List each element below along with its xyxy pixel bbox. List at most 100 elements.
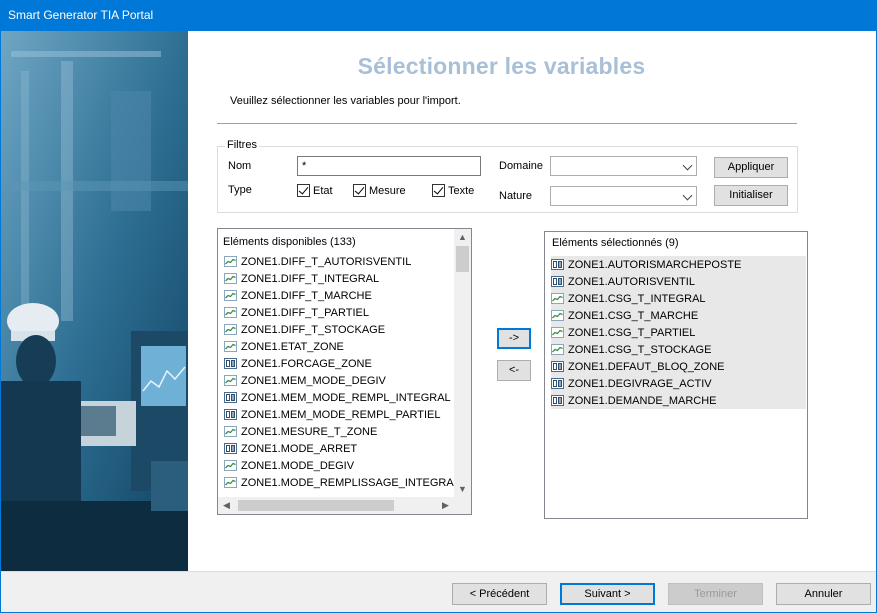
binary-icon bbox=[551, 276, 568, 287]
list-item-label: ZONE1.DEGIVRAGE_ACTIV bbox=[568, 377, 712, 390]
type-etat-checkbox[interactable]: Etat bbox=[297, 184, 333, 197]
list-item-label: ZONE1.MESURE_T_ZONE bbox=[241, 425, 378, 438]
measure-icon bbox=[224, 324, 241, 335]
measure-icon bbox=[551, 327, 568, 338]
checkbox-checked-icon bbox=[297, 184, 310, 197]
next-button[interactable]: Suivant > bbox=[560, 583, 655, 605]
page-title: Sélectionner les variables bbox=[357, 53, 646, 79]
measure-icon bbox=[551, 344, 568, 355]
scroll-corner bbox=[454, 497, 471, 514]
list-item[interactable]: ZONE1.MEM_MODE_DEGIV bbox=[224, 372, 386, 389]
type-texte-label: Texte bbox=[448, 184, 475, 197]
list-item[interactable]: ZONE1.MODE_REMPLISSAGE_INTEGRAL bbox=[224, 474, 460, 491]
list-item-label: ZONE1.MEM_MODE_REMPL_PARTIEL bbox=[241, 408, 441, 421]
window-title-bar: Smart Generator TIA Portal bbox=[0, 0, 877, 31]
binary-icon bbox=[224, 392, 241, 403]
available-horizontal-scrollbar[interactable]: ◀ ▶ bbox=[218, 497, 471, 514]
measure-icon bbox=[551, 293, 568, 304]
list-item[interactable]: ZONE1.DEFAUT_BLOQ_ZONE bbox=[551, 358, 806, 375]
scroll-left-icon[interactable]: ◀ bbox=[218, 497, 235, 514]
list-item[interactable]: ZONE1.MEM_MODE_REMPL_INTEGRAL bbox=[224, 389, 451, 406]
list-item-label: ZONE1.MODE_DEGIV bbox=[241, 459, 355, 472]
wizard-window: Sélectionner les variables Veuillez séle… bbox=[0, 31, 877, 613]
available-vertical-scrollbar[interactable]: ▲ ▼ bbox=[454, 229, 471, 498]
wizard-footer: < Précédent Suivant > Terminer Annuler bbox=[1, 571, 876, 612]
available-elements-list[interactable]: Eléments disponibles (133) ZONE1.DIFF_T_… bbox=[217, 228, 472, 515]
type-label: Type bbox=[228, 184, 252, 196]
binary-icon bbox=[551, 361, 568, 372]
nature-dropdown[interactable] bbox=[550, 186, 697, 206]
list-item[interactable]: ZONE1.DEGIVRAGE_ACTIV bbox=[551, 375, 806, 392]
list-item[interactable]: ZONE1.FORCAGE_ZONE bbox=[224, 355, 372, 372]
list-item-label: ZONE1.DEFAUT_BLOQ_ZONE bbox=[568, 360, 725, 373]
measure-icon bbox=[224, 460, 241, 471]
scroll-up-icon[interactable]: ▲ bbox=[454, 229, 471, 246]
list-item[interactable]: ZONE1.AUTORISMARCHEPOSTE bbox=[551, 256, 806, 273]
horizontal-scroll-thumb[interactable] bbox=[238, 500, 394, 511]
type-texte-checkbox[interactable]: Texte bbox=[432, 184, 474, 197]
list-item-label: ZONE1.AUTORISVENTIL bbox=[568, 275, 695, 288]
list-item[interactable]: ZONE1.MEM_MODE_REMPL_PARTIEL bbox=[224, 406, 440, 423]
list-item[interactable]: ZONE1.CSG_T_MARCHE bbox=[551, 307, 806, 324]
domain-label: Domaine bbox=[499, 160, 544, 172]
list-item[interactable]: ZONE1.CSG_T_INTEGRAL bbox=[551, 290, 806, 307]
type-mesure-checkbox[interactable]: Mesure bbox=[353, 184, 406, 197]
checkbox-checked-icon bbox=[432, 184, 445, 197]
list-item[interactable]: ZONE1.MODE_DEGIV bbox=[224, 457, 354, 474]
list-item[interactable]: ZONE1.DIFF_T_STOCKAGE bbox=[224, 321, 385, 338]
binary-icon bbox=[551, 395, 568, 406]
list-item-label: ZONE1.MEM_MODE_DEGIV bbox=[241, 374, 386, 387]
list-item-label: ZONE1.CSG_T_MARCHE bbox=[568, 309, 699, 322]
list-item[interactable]: ZONE1.MESURE_T_ZONE bbox=[224, 423, 377, 440]
list-item-label: ZONE1.DIFF_T_INTEGRAL bbox=[241, 272, 380, 285]
list-item[interactable]: ZONE1.AUTORISVENTIL bbox=[551, 273, 806, 290]
scroll-down-icon[interactable]: ▼ bbox=[454, 481, 471, 498]
remove-selection-button[interactable]: <- bbox=[497, 360, 531, 381]
apply-button[interactable]: Appliquer bbox=[714, 157, 788, 178]
page-subtitle: Veuillez sélectionner les variables pour… bbox=[230, 95, 461, 107]
binary-icon bbox=[551, 378, 568, 389]
list-item-label: ZONE1.DIFF_T_STOCKAGE bbox=[241, 323, 386, 336]
measure-icon bbox=[224, 375, 241, 386]
list-item[interactable]: ZONE1.DIFF_T_MARCHE bbox=[224, 287, 372, 304]
measure-icon bbox=[551, 310, 568, 321]
list-item-label: ZONE1.DIFF_T_AUTORISVENTIL bbox=[241, 255, 412, 268]
filters-legend: Filtres bbox=[225, 139, 259, 151]
list-item-label: ZONE1.MODE_REMPLISSAGE_INTEGRAL bbox=[241, 476, 460, 489]
binary-icon bbox=[551, 259, 568, 270]
list-item[interactable]: ZONE1.DIFF_T_PARTIEL bbox=[224, 304, 369, 321]
list-item-label: ZONE1.MODE_ARRET bbox=[241, 442, 358, 455]
domain-dropdown[interactable] bbox=[550, 156, 697, 176]
binary-icon bbox=[224, 409, 241, 420]
list-item-label: ZONE1.FORCAGE_ZONE bbox=[241, 357, 372, 370]
list-item[interactable]: ZONE1.DIFF_T_INTEGRAL bbox=[224, 270, 379, 287]
list-item[interactable]: ZONE1.MODE_ARRET bbox=[224, 440, 357, 457]
checkbox-checked-icon bbox=[353, 184, 366, 197]
measure-icon bbox=[224, 273, 241, 284]
list-item[interactable]: ZONE1.DEMANDE_MARCHE bbox=[551, 392, 806, 409]
measure-icon bbox=[224, 341, 241, 352]
cancel-button[interactable]: Annuler bbox=[776, 583, 871, 605]
chevron-down-icon bbox=[682, 160, 693, 171]
name-label: Nom bbox=[228, 160, 252, 172]
scroll-right-icon[interactable]: ▶ bbox=[437, 497, 454, 514]
list-item-label: ZONE1.CSG_T_INTEGRAL bbox=[568, 292, 706, 305]
type-etat-label: Etat bbox=[313, 184, 333, 197]
vertical-scroll-thumb[interactable] bbox=[456, 246, 469, 272]
finish-button[interactable]: Terminer bbox=[668, 583, 763, 605]
measure-icon bbox=[224, 256, 241, 267]
measure-icon bbox=[224, 426, 241, 437]
list-item[interactable]: ZONE1.ETAT_ZONE bbox=[224, 338, 344, 355]
add-selection-button[interactable]: -> bbox=[497, 328, 531, 349]
name-filter-input[interactable]: * bbox=[297, 156, 481, 176]
list-item[interactable]: ZONE1.DIFF_T_AUTORISVENTIL bbox=[224, 253, 411, 270]
list-item-label: ZONE1.DEMANDE_MARCHE bbox=[568, 394, 717, 407]
binary-icon bbox=[224, 358, 241, 369]
chevron-down-icon bbox=[682, 190, 693, 201]
list-item[interactable]: ZONE1.CSG_T_STOCKAGE bbox=[551, 341, 806, 358]
selected-elements-list[interactable]: Eléments sélectionnés (9) ZONE1.AUTORISM… bbox=[544, 231, 808, 519]
reset-button[interactable]: Initialiser bbox=[714, 185, 788, 206]
previous-button[interactable]: < Précédent bbox=[452, 583, 547, 605]
binary-icon bbox=[224, 443, 241, 454]
list-item[interactable]: ZONE1.CSG_T_PARTIEL bbox=[551, 324, 806, 341]
